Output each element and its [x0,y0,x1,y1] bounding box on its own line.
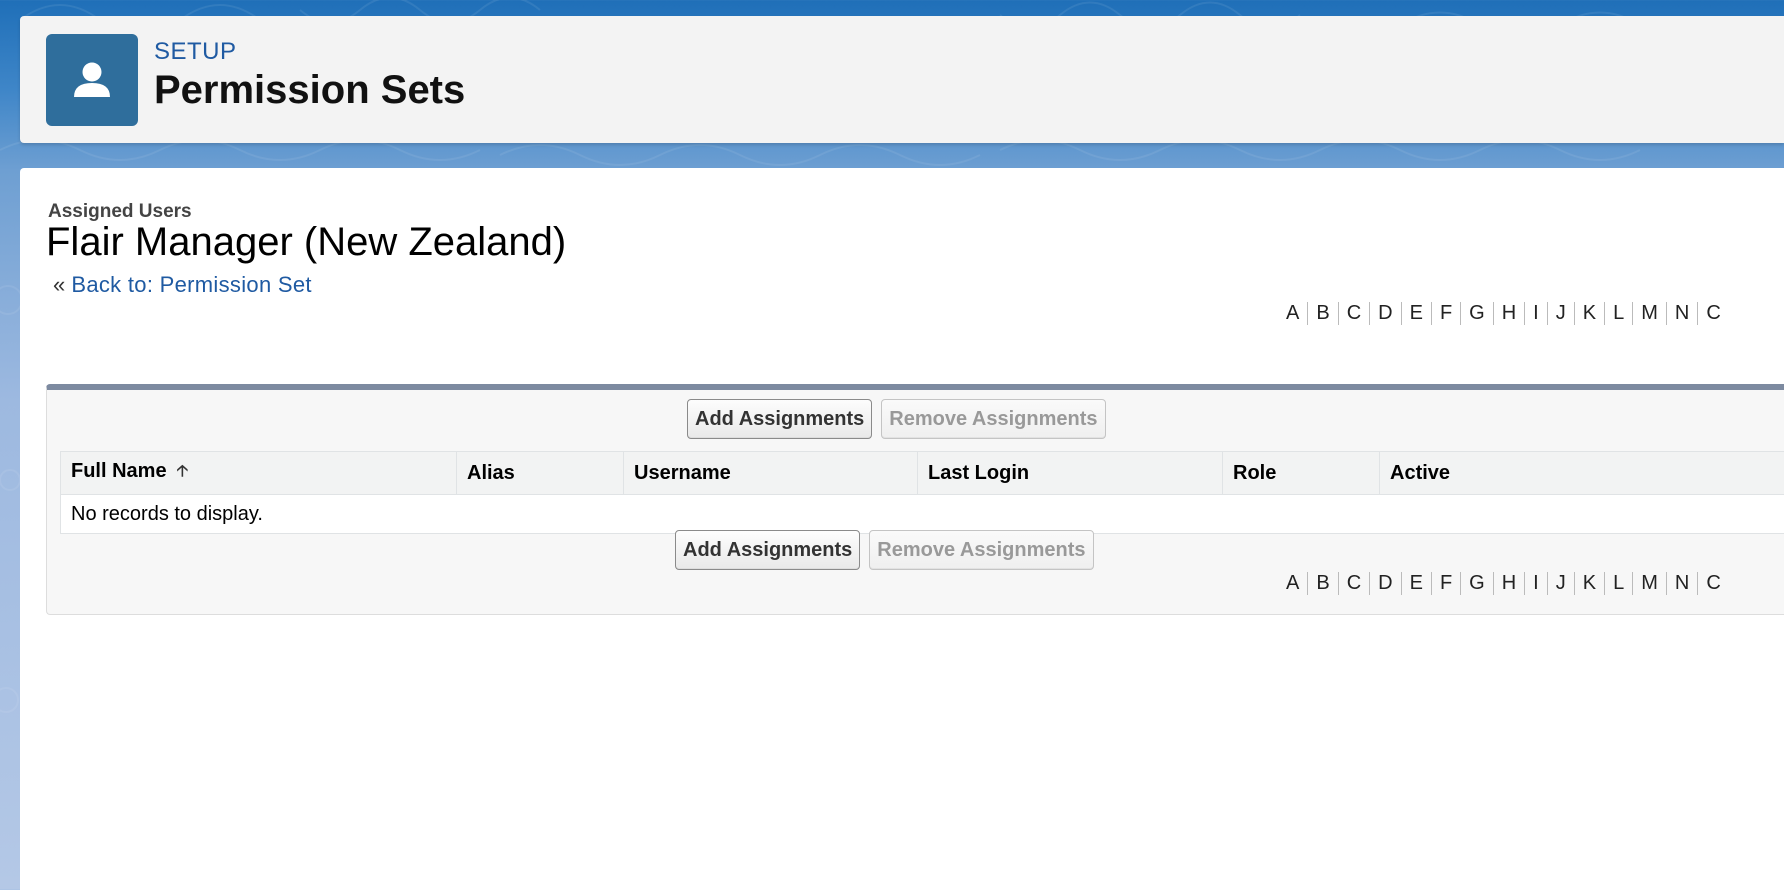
alpha-filter-letter[interactable]: C [1697,572,1728,595]
alpha-filter-letter[interactable]: K [1573,302,1604,325]
alpha-filter-letter[interactable]: D [1369,572,1400,595]
back-prefix: « [53,272,66,297]
alpha-filter-letter[interactable]: B [1307,302,1337,325]
alpha-filter-letter[interactable]: G [1460,572,1493,595]
button-row-top: Add Assignments Remove Assignments [687,399,1106,439]
alpha-filter-letter[interactable]: M [1632,572,1666,595]
header-section-label: SETUP [154,38,237,65]
column-header-full-name[interactable]: Full Name 🡡 [60,451,457,495]
alpha-filter-letter[interactable]: M [1632,302,1666,325]
alpha-filter-letter[interactable]: F [1430,572,1460,595]
back-link-container: « Back to: Permission Set [53,272,312,298]
alpha-filter-letter[interactable]: E [1400,302,1431,325]
alpha-filter-letter[interactable]: C [1337,572,1369,595]
alpha-filter-letter[interactable]: K [1573,572,1604,595]
column-header-active[interactable]: Active [1379,451,1784,495]
alpha-filter-letter[interactable]: F [1430,302,1460,325]
add-assignments-button[interactable]: Add Assignments [675,530,861,570]
remove-assignments-button[interactable]: Remove Assignments [869,530,1094,570]
column-header-alias[interactable]: Alias [456,451,624,495]
column-header-last-login[interactable]: Last Login [917,451,1223,495]
alpha-filter-letter[interactable]: A [1278,302,1307,325]
alpha-filter-bottom: ABCDEFGHIJKLMNC [1278,572,1729,595]
back-to-permission-set-link[interactable]: Back to: Permission Set [71,272,311,297]
alpha-filter-letter[interactable]: J [1546,302,1574,325]
alpha-filter-letter[interactable]: I [1524,302,1547,325]
alpha-filter-letter[interactable]: C [1697,302,1728,325]
users-table: Full Name 🡡 Alias Username Last Login Rol… [60,451,1784,534]
alpha-filter-letter[interactable]: A [1278,572,1307,595]
alpha-filter-letter[interactable]: H [1492,572,1524,595]
alpha-filter-letter[interactable]: N [1665,572,1697,595]
page-header: SETUP Permission Sets [20,16,1784,143]
page-header-title: Permission Sets [154,68,466,112]
main-content: Assigned Users Flair Manager (New Zealan… [20,168,1784,890]
empty-message: No records to display. [60,494,1784,534]
table-header-row: Full Name 🡡 Alias Username Last Login Rol… [60,451,1784,495]
alpha-filter-letter[interactable]: I [1524,572,1547,595]
alpha-filter-letter[interactable]: D [1369,302,1400,325]
column-header-label: Full Name [71,459,167,482]
alpha-filter-letter[interactable]: H [1492,302,1524,325]
alpha-filter-letter[interactable]: B [1307,572,1337,595]
page-title: Flair Manager (New Zealand) [46,220,567,264]
button-row-bottom: Add Assignments Remove Assignments [675,530,1094,570]
column-header-role[interactable]: Role [1222,451,1380,495]
alpha-filter-letter[interactable]: J [1546,572,1574,595]
add-assignments-button[interactable]: Add Assignments [687,399,873,439]
alpha-filter-letter[interactable]: C [1337,302,1369,325]
alpha-filter-letter[interactable]: L [1604,572,1632,595]
alpha-filter-letter[interactable]: N [1665,302,1697,325]
alpha-filter-letter[interactable]: L [1604,302,1632,325]
column-header-username[interactable]: Username [623,451,918,495]
arrow-up-icon: 🡡 [176,462,189,480]
user-icon [46,34,138,126]
alpha-filter-letter[interactable]: E [1400,572,1431,595]
alpha-filter-top: ABCDEFGHIJKLMNC [1278,302,1729,325]
table-row: No records to display. [60,494,1784,534]
alpha-filter-letter[interactable]: G [1460,302,1493,325]
remove-assignments-button[interactable]: Remove Assignments [881,399,1106,439]
